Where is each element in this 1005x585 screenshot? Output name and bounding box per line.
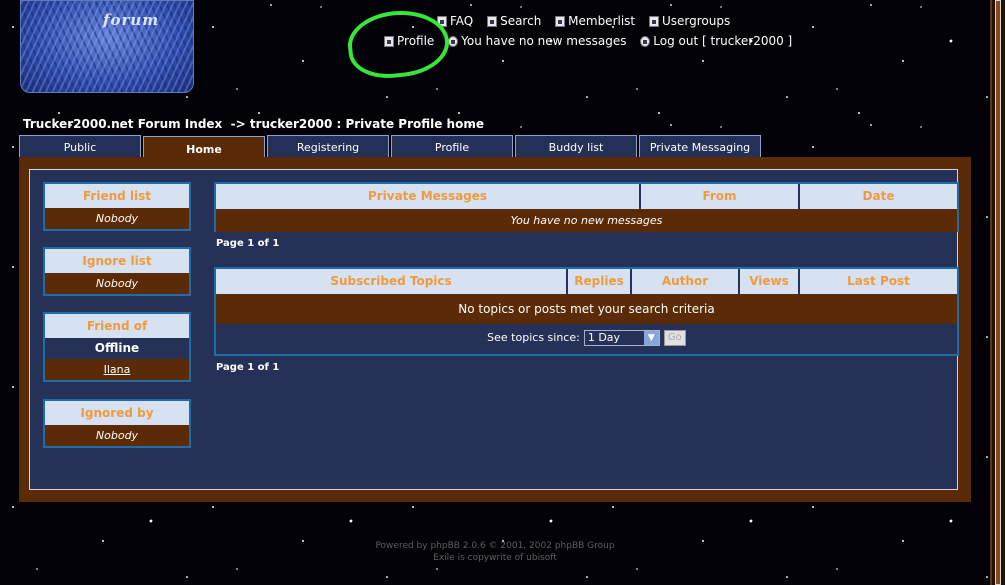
memberlist-link[interactable]: Memberlist [555, 14, 635, 28]
pm-col-date: Date [800, 184, 957, 209]
go-button[interactable]: Go [663, 329, 686, 346]
chevron-down-icon: ▼ [643, 330, 659, 345]
friend-list-title: Friend list [45, 184, 189, 208]
window-right-edge [990, 0, 1005, 585]
topics-col-last-post: Last Post [800, 269, 957, 294]
logout-icon [640, 35, 651, 47]
tab-private-messaging[interactable]: Private Messaging [639, 135, 761, 157]
search-icon [487, 15, 498, 27]
ignore-list-box: Ignore list Nobody [43, 247, 191, 296]
friend-list-box: Friend list Nobody [43, 182, 191, 231]
friend-of-box: Friend of Offline Ilana [43, 312, 191, 382]
topics-col-views: Views [740, 269, 800, 294]
topics-since-select[interactable]: 1 Day ▼ [583, 329, 660, 346]
ignore-list-title: Ignore list [45, 249, 189, 273]
ignored-by-box: Ignored by Nobody [43, 399, 191, 448]
usergroups-link[interactable]: Usergroups [648, 14, 730, 28]
footer-credit: Exile is copywrite of ubisoft [433, 553, 557, 563]
subscribed-topics-table: Subscribed Topics Replies Author Views L… [214, 267, 959, 356]
main-panel: Friend list Nobody Ignore list Nobody Fr… [29, 169, 959, 490]
pm-pager: Page 1 of 1 [216, 238, 280, 249]
ignore-list-value: Nobody [45, 273, 189, 294]
breadcrumb: Trucker2000.net Forum Index -> trucker20… [23, 117, 484, 131]
memberlist-icon [555, 15, 566, 27]
tab-public[interactable]: Public [19, 135, 141, 157]
topics-col-subject: Subscribed Topics [216, 269, 568, 294]
footer-copyright: Powered by phpBB 2.0.6 © 2001, 2002 phpB… [375, 541, 615, 551]
tab-profile[interactable]: Profile [391, 135, 513, 157]
main-panel-frame: Friend list Nobody Ignore list Nobody Fr… [19, 157, 971, 502]
tab-registering[interactable]: Registering [267, 135, 389, 157]
pm-col-messages: Private Messages [216, 184, 641, 209]
breadcrumb-separator: -> [230, 117, 246, 131]
topics-filter-row: See topics since: 1 Day ▼ Go [216, 324, 957, 351]
tab-buddy-list[interactable]: Buddy list [515, 135, 637, 157]
logout-link[interactable]: Log out [ trucker2000 ] [640, 34, 792, 48]
messages-link[interactable]: You have no new messages [448, 34, 626, 48]
topics-col-author: Author [632, 269, 740, 294]
friend-of-title: Friend of [45, 314, 189, 338]
friend-of-status: Offline [45, 338, 189, 359]
friend-list-value: Nobody [45, 208, 189, 229]
topics-empty-row: No topics or posts met your search crite… [216, 294, 957, 324]
usergroups-icon [648, 15, 659, 27]
pm-table-header: Private Messages From Date [216, 184, 957, 209]
top-nav-row-1: FAQ Search Memberlist Usergroups [437, 14, 740, 30]
forum-logo[interactable]: forum [20, 0, 194, 93]
topics-since-label: See topics since: [487, 331, 580, 344]
breadcrumb-forum-index[interactable]: Trucker2000.net Forum Index [23, 117, 222, 131]
private-messages-table: Private Messages From Date You have no n… [214, 182, 959, 232]
ignored-by-title: Ignored by [45, 401, 189, 425]
topics-col-replies: Replies [568, 269, 632, 294]
topics-since-value: 1 Day [587, 331, 621, 344]
logo-text: forum [103, 11, 160, 29]
search-link[interactable]: Search [487, 14, 541, 28]
tab-home[interactable]: Home [143, 136, 265, 158]
messages-icon [448, 35, 459, 47]
friend-of-user-link[interactable]: Ilana [45, 359, 189, 380]
pm-col-from: From [641, 184, 800, 209]
breadcrumb-current: trucker2000 : Private Profile home [249, 117, 484, 131]
topics-table-header: Subscribed Topics Replies Author Views L… [216, 269, 957, 294]
topics-pager: Page 1 of 1 [216, 362, 280, 373]
ignored-by-value: Nobody [45, 425, 189, 446]
pm-empty-row: You have no new messages [216, 209, 957, 232]
